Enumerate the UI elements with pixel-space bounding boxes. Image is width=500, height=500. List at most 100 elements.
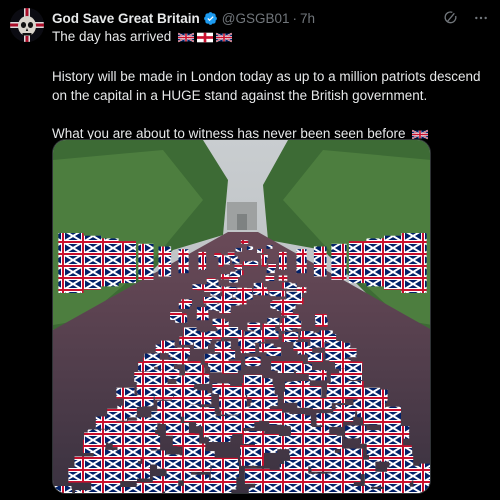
crowd-flag [162, 369, 180, 379]
union-jack-flag-icon [177, 29, 195, 48]
crowd-flag [284, 414, 305, 427]
crowd-flag [116, 387, 135, 399]
crowd-flag [230, 330, 244, 338]
crowd-flag [175, 347, 190, 357]
crowd-flag [230, 271, 239, 277]
crowd-flag [315, 319, 328, 327]
crowd-flag [361, 430, 383, 443]
crowd-flag [244, 468, 270, 484]
crowd-flag [282, 333, 296, 342]
crowd-flag [338, 459, 363, 474]
banner-flag [366, 238, 387, 287]
crowd-flag [266, 245, 273, 249]
banner-flag [383, 235, 407, 290]
banner-flag [279, 251, 287, 270]
crowd-flag [282, 282, 292, 288]
crowd-flag [329, 352, 345, 362]
crowd-flag [203, 297, 214, 304]
handle[interactable]: @GSGB01 [222, 11, 290, 26]
crowd-flag [211, 425, 233, 438]
crowd-flag [134, 422, 155, 435]
crowd-flag [183, 327, 197, 336]
england-flag-icon [197, 29, 214, 48]
crowd-flag [278, 275, 288, 281]
tweet-card[interactable]: God Save Great Britain @GSGB01 · 7h The … [0, 0, 500, 500]
crowd-flag [268, 263, 276, 269]
crowd-flag [242, 288, 253, 294]
crowd-flag [316, 413, 337, 426]
crowd-flag [257, 287, 267, 293]
tweet-line-1: The day has arrived [52, 27, 488, 48]
banner-flag [178, 249, 189, 274]
crowd-flag [136, 482, 163, 493]
crowd-flag [217, 329, 231, 338]
crowd-flag [219, 394, 238, 406]
crowd-flag [229, 277, 238, 283]
crowd-flag [234, 264, 243, 270]
tweet-media-photo[interactable] [52, 139, 431, 494]
crowd-flag [157, 400, 177, 413]
crowd-flag [74, 456, 99, 471]
crowd-flag [308, 370, 326, 380]
crowd-flag [220, 274, 230, 280]
verified-badge-icon [203, 11, 218, 26]
crowd-flag [206, 278, 216, 284]
crowd-flag [240, 445, 264, 460]
crowd-flag [198, 332, 212, 341]
crowd-flag [307, 352, 323, 362]
crowd-flag [393, 486, 421, 493]
grok-icon[interactable] [442, 9, 460, 27]
crowd-flag [95, 416, 117, 429]
crowd-flag [262, 323, 276, 332]
crowd-flag [188, 367, 205, 378]
banner-flag [348, 241, 367, 284]
crowd-flag [276, 304, 288, 311]
banner-flag [158, 246, 172, 277]
crowd-flag [232, 259, 240, 264]
crowd-flag [220, 350, 236, 360]
crowd-flag [275, 290, 285, 297]
banner-flag [138, 243, 154, 280]
crowd-flag [204, 353, 220, 363]
crowd-flag [293, 342, 308, 351]
crowd-flag [240, 240, 247, 244]
banner-flag [313, 246, 327, 277]
crowd-flag [283, 391, 303, 403]
crowd-flag [266, 347, 282, 356]
crowd-flag [196, 313, 209, 321]
banner-flag [261, 254, 267, 267]
crowd-flag [108, 430, 130, 444]
crowd-flag [174, 387, 193, 399]
banner-flag [331, 243, 347, 280]
crowd-flag [250, 260, 259, 266]
crowd-flag [290, 452, 314, 467]
crowd-flag [409, 465, 430, 481]
crowd-flag [244, 331, 258, 340]
tweet-line-2: History will be made in London today as … [52, 69, 481, 103]
banner-flag [198, 251, 207, 270]
crowd-flag [167, 423, 189, 436]
crowd-flag [326, 392, 345, 404]
crowd-flag [239, 406, 260, 419]
timestamp[interactable]: 7h [300, 11, 315, 26]
crowd-flag [86, 493, 113, 494]
banner-flag [218, 254, 224, 267]
crowd-flag [380, 427, 402, 441]
crowd-flag [240, 343, 256, 352]
crowd-flag [292, 291, 302, 298]
crowd-flag [346, 361, 363, 371]
crowd-flag [134, 395, 154, 407]
separator-dot: · [292, 10, 298, 26]
crowd-flag [158, 359, 174, 370]
crowd-flag [235, 247, 242, 252]
crowd-flag [138, 361, 155, 372]
more-options-icon[interactable] [472, 9, 490, 27]
crowd-flag [252, 390, 271, 402]
avatar[interactable] [10, 8, 44, 42]
display-name[interactable]: God Save Great Britain [52, 11, 200, 26]
crowd-flag [170, 312, 182, 320]
crowd-flag [136, 381, 155, 392]
banner-flag [98, 238, 119, 287]
crowd-flag [353, 399, 373, 412]
crowd-flag [112, 458, 137, 473]
